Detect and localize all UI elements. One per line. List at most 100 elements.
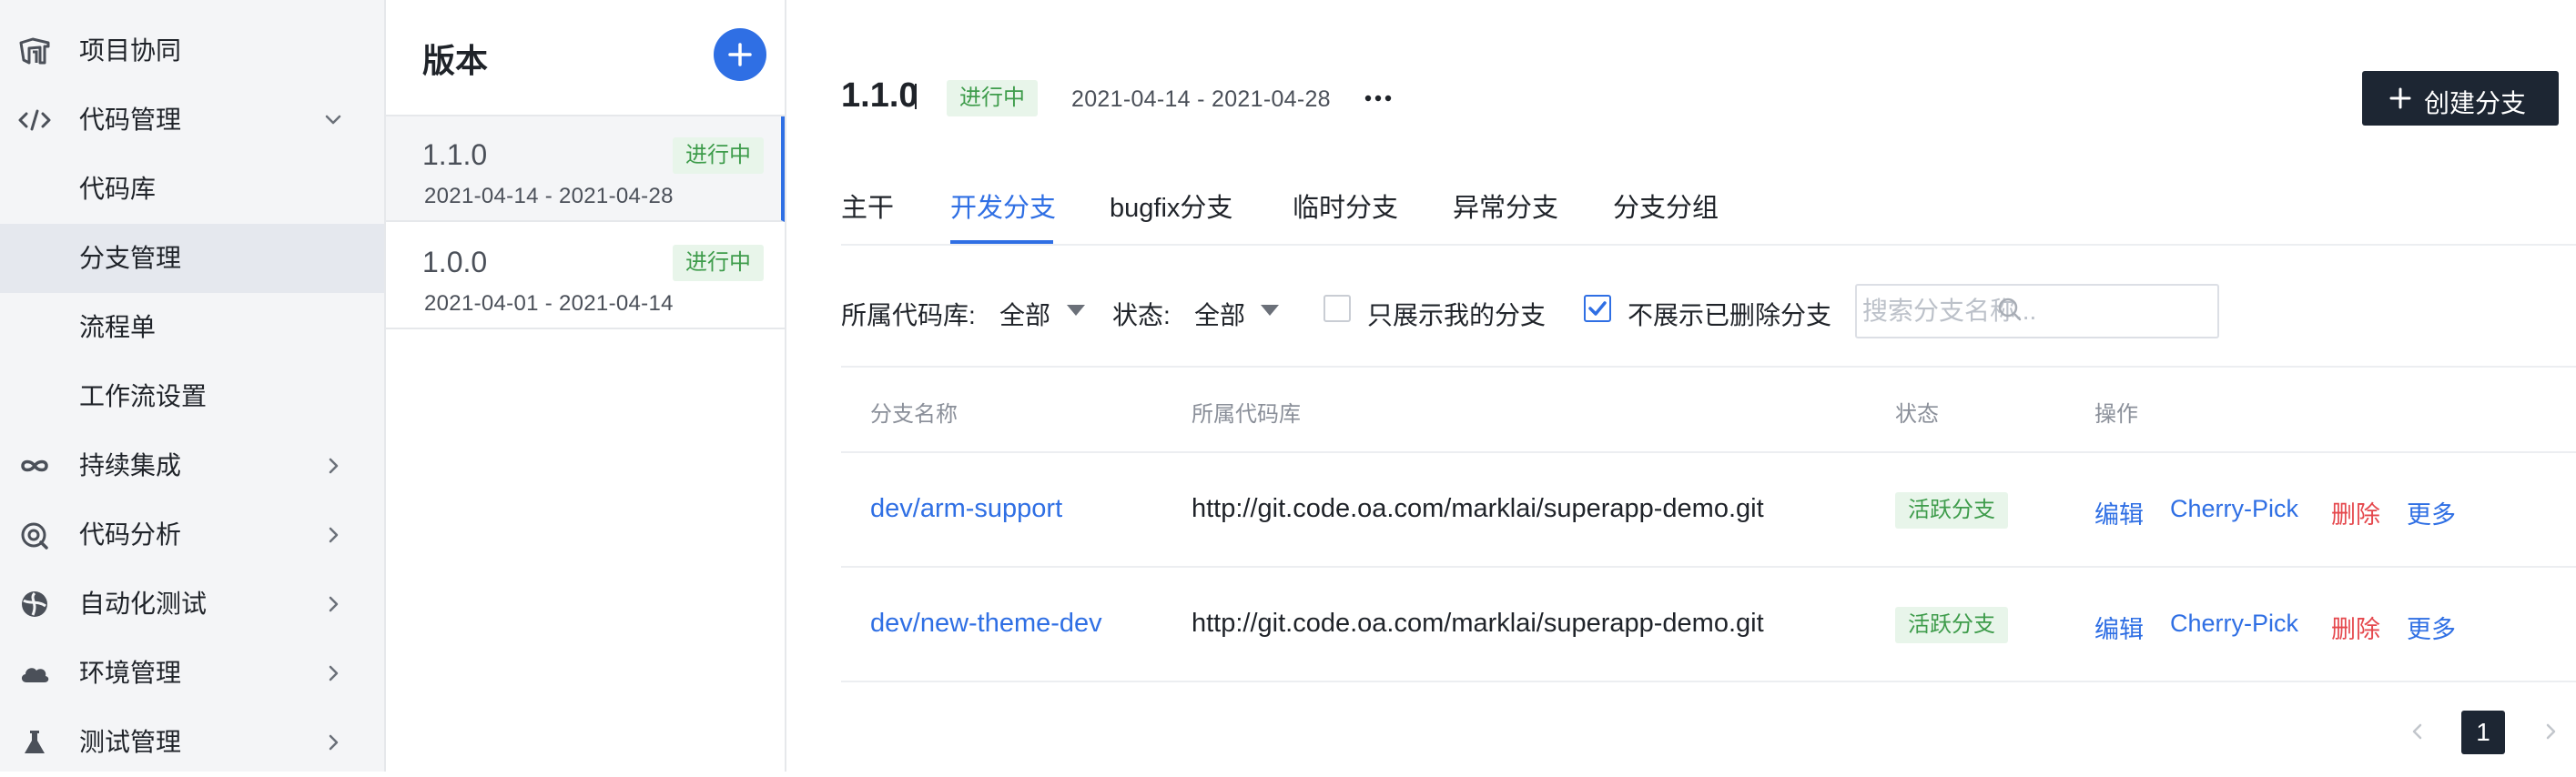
auto-test-icon bbox=[18, 590, 51, 619]
sidebar-item-project-collab[interactable]: 项目协同 bbox=[0, 16, 384, 86]
create-branch-label: 创建分支 bbox=[2424, 89, 2527, 117]
tab-abnormal-branches[interactable]: 异常分支 bbox=[1453, 187, 1558, 225]
status-filter-label: 状态: bbox=[1112, 301, 1171, 329]
sidebar-item-label: 流程单 bbox=[79, 313, 157, 341]
checkmark-icon bbox=[1588, 301, 1607, 316]
status-badge: 进行中 bbox=[673, 137, 764, 174]
only-mine-label: 只展示我的分支 bbox=[1367, 301, 1547, 329]
repo-filter-label: 所属代码库: bbox=[841, 301, 976, 329]
version-name: 1.0.0 bbox=[422, 246, 488, 278]
repo-url: http://git.code.oa.com/marklai/superapp-… bbox=[1192, 494, 1764, 523]
status-badge: 进行中 bbox=[673, 245, 764, 281]
sidebar-item-label: 代码管理 bbox=[79, 106, 182, 134]
sidebar-item-branch-management[interactable]: 分支管理 bbox=[0, 224, 384, 293]
cherry-pick-button[interactable]: Cherry-Pick bbox=[2170, 495, 2298, 523]
sidebar-item-code-management[interactable]: 代码管理 bbox=[0, 86, 384, 155]
branch-name-link[interactable]: dev/arm-support bbox=[870, 494, 1062, 524]
more-options-icon[interactable] bbox=[1360, 85, 1396, 112]
title-separator bbox=[915, 84, 917, 109]
sidebar-item-workflow-settings[interactable]: 工作流设置 bbox=[0, 362, 384, 431]
page-title: 1.1.0 bbox=[841, 76, 918, 115]
infinity-icon bbox=[18, 451, 51, 480]
repo-url: http://git.code.oa.com/marklai/superapp-… bbox=[1192, 609, 1764, 638]
chevron-down-icon bbox=[320, 107, 346, 133]
plus-icon bbox=[728, 43, 752, 66]
column-header-actions: 操作 bbox=[2094, 402, 2138, 427]
column-header-name: 分支名称 bbox=[870, 402, 958, 427]
code-icon bbox=[18, 106, 51, 135]
sidebar-item-label: 自动化测试 bbox=[79, 590, 208, 618]
sidebar-item-label: 项目协同 bbox=[79, 36, 182, 65]
create-branch-button[interactable]: 创建分支 bbox=[2362, 71, 2559, 126]
version-item-1-1-0[interactable]: 1.1.0 进行中 2021-04-14 - 2021-04-28 bbox=[386, 116, 785, 222]
tab-temp-branches[interactable]: 临时分支 bbox=[1293, 187, 1398, 225]
search-box bbox=[1855, 284, 2219, 338]
main-content: 1.1.0 进行中 2021-04-14 - 2021-04-28 创建分支 主… bbox=[786, 0, 2576, 772]
more-button[interactable]: 更多 bbox=[2407, 610, 2456, 645]
tabs-divider bbox=[841, 244, 2576, 246]
hide-deleted-label: 不展示已删除分支 bbox=[1628, 301, 1832, 329]
version-panel: 版本 1.1.0 进行中 2021-04-14 - 2021-04-28 1.0… bbox=[386, 0, 786, 772]
branch-name-link[interactable]: dev/new-theme-dev bbox=[870, 609, 1102, 639]
sidebar-item-label: 持续集成 bbox=[79, 451, 182, 479]
column-header-repo: 所属代码库 bbox=[1192, 402, 1301, 427]
repo-filter-select[interactable]: 全部 bbox=[999, 296, 1050, 332]
tab-trunk[interactable]: 主干 bbox=[841, 187, 894, 225]
hide-deleted-checkbox[interactable] bbox=[1584, 295, 1611, 322]
status-filter-select[interactable]: 全部 bbox=[1194, 296, 1245, 332]
sidebar-item-repositories[interactable]: 代码库 bbox=[0, 155, 384, 224]
cloud-icon bbox=[18, 659, 51, 688]
column-header-status: 状态 bbox=[1895, 402, 1939, 427]
row-divider bbox=[841, 451, 2576, 453]
chevron-left-icon[interactable] bbox=[2407, 719, 2429, 744]
caret-down-icon[interactable] bbox=[1066, 304, 1086, 317]
status-badge: 进行中 bbox=[947, 80, 1038, 116]
delete-button[interactable]: 删除 bbox=[2331, 610, 2380, 645]
chevron-right-icon bbox=[320, 522, 346, 548]
version-dates: 2021-04-14 - 2021-04-28 bbox=[1071, 86, 1331, 112]
tab-bugfix-branches[interactable]: bugfix分支 bbox=[1110, 187, 1232, 225]
edit-button[interactable]: 编辑 bbox=[2094, 495, 2144, 530]
tab-branch-groups[interactable]: 分支分组 bbox=[1613, 187, 1719, 225]
sidebar-item-auto-test[interactable]: 自动化测试 bbox=[0, 570, 384, 639]
chevron-right-icon bbox=[320, 661, 346, 686]
chevron-right-icon bbox=[320, 730, 346, 755]
more-button[interactable]: 更多 bbox=[2407, 495, 2456, 530]
filter-divider bbox=[841, 366, 2576, 368]
test-manage-icon bbox=[18, 728, 51, 757]
sidebar-item-code-analysis[interactable]: 代码分析 bbox=[0, 500, 384, 570]
sidebar-item-test-management[interactable]: 测试管理 bbox=[0, 708, 384, 777]
only-mine-checkbox[interactable] bbox=[1323, 295, 1351, 322]
plus-icon bbox=[2389, 87, 2411, 109]
tab-dev-branches[interactable]: 开发分支 bbox=[950, 187, 1056, 225]
sidebar-item-continuous-integration[interactable]: 持续集成 bbox=[0, 431, 384, 500]
sidebar-item-environment[interactable]: 环境管理 bbox=[0, 639, 384, 708]
sidebar-item-label: 工作流设置 bbox=[79, 382, 208, 410]
sidebar-item-workflow-form[interactable]: 流程单 bbox=[0, 293, 384, 362]
chevron-right-icon bbox=[320, 591, 346, 617]
chevron-right-icon[interactable] bbox=[2540, 719, 2561, 744]
code-analysis-icon bbox=[18, 520, 51, 550]
status-badge: 活跃分支 bbox=[1895, 607, 2008, 643]
sidebar-item-label: 环境管理 bbox=[79, 659, 182, 687]
edit-button[interactable]: 编辑 bbox=[2094, 610, 2144, 645]
version-panel-title: 版本 bbox=[422, 42, 489, 79]
active-tab-indicator bbox=[950, 240, 1053, 244]
search-icon[interactable] bbox=[1995, 295, 2024, 324]
status-badge: 活跃分支 bbox=[1895, 492, 2008, 529]
sidebar-item-label: 测试管理 bbox=[79, 728, 182, 756]
row-divider bbox=[841, 566, 2576, 568]
chevron-right-icon bbox=[320, 453, 346, 479]
version-dates: 2021-04-14 - 2021-04-28 bbox=[424, 184, 674, 208]
version-dates: 2021-04-01 - 2021-04-14 bbox=[424, 291, 674, 316]
caret-down-icon[interactable] bbox=[1260, 304, 1280, 317]
project-collab-icon bbox=[18, 36, 51, 66]
sidebar-item-label: 分支管理 bbox=[79, 244, 182, 272]
version-item-1-0-0[interactable]: 1.0.0 进行中 2021-04-01 - 2021-04-14 bbox=[386, 224, 785, 329]
sidebar: 项目协同 代码管理 代码库 分支管理 流程单 工作流设置 持续集成 代码分析 自… bbox=[0, 0, 386, 772]
add-version-button[interactable] bbox=[714, 28, 766, 81]
sidebar-item-label: 代码分析 bbox=[79, 520, 182, 549]
cherry-pick-button[interactable]: Cherry-Pick bbox=[2170, 610, 2298, 638]
page-button-current[interactable]: 1 bbox=[2461, 711, 2505, 754]
delete-button[interactable]: 删除 bbox=[2331, 495, 2380, 530]
